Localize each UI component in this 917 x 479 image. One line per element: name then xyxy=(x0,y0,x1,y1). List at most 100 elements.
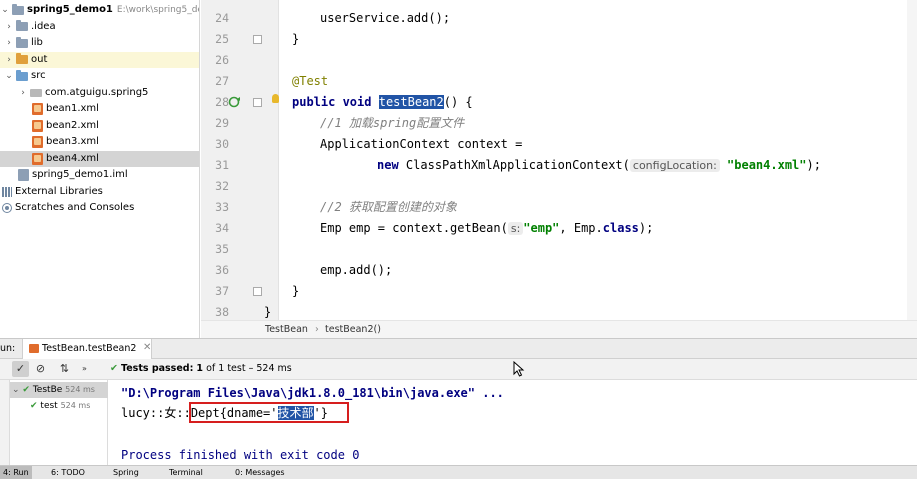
test-tree-row[interactable]: ✔ test 524 ms xyxy=(10,398,108,414)
breadcrumb-method[interactable]: testBean2() xyxy=(325,321,381,338)
tree-item-idea[interactable]: › .idea xyxy=(0,19,199,36)
code-text: userService.add(); xyxy=(320,11,451,25)
line-number: 31 xyxy=(215,158,229,172)
chevron-down-icon[interactable]: ⌄ xyxy=(12,385,20,395)
show-ignored-icon[interactable]: ⊘ xyxy=(32,361,49,377)
test-config-icon xyxy=(29,344,39,353)
string-literal: "emp" xyxy=(523,221,560,235)
tree-item-label: Scratches and Consoles xyxy=(15,202,135,213)
keyword-text: new xyxy=(377,158,399,172)
breadcrumb-separator: › xyxy=(315,324,319,335)
code-text: Emp emp = context.getBean( xyxy=(320,221,508,235)
tests-passed-count: 1 xyxy=(196,363,204,374)
line-number: 24 xyxy=(215,11,229,25)
code-line-27: @Test xyxy=(292,71,328,92)
folder-icon xyxy=(12,3,24,15)
sort-icon[interactable]: ⇅ xyxy=(56,361,73,377)
chevron-right-icon[interactable]: › xyxy=(18,85,28,102)
tree-item-label: bean4.xml xyxy=(46,152,99,164)
fold-marker-icon[interactable] xyxy=(253,98,262,107)
fold-marker-icon[interactable] xyxy=(253,35,262,44)
line-number: 34 xyxy=(215,221,229,235)
tree-item-lib[interactable]: › lib xyxy=(0,35,199,52)
tree-item-external-libraries[interactable]: External Libraries xyxy=(0,184,199,201)
tree-item-file[interactable]: bean3.xml xyxy=(0,134,199,151)
tool-window-todo[interactable]: 6: TODO xyxy=(48,466,88,479)
editor-scrollbar[interactable] xyxy=(907,0,917,320)
breadcrumb-class[interactable]: TestBean xyxy=(265,321,308,338)
line-number: 36 xyxy=(215,263,229,277)
breadcrumb: TestBean › testBean2() xyxy=(201,320,917,338)
code-line-25: } xyxy=(292,29,299,50)
chevron-right-icon[interactable]: › xyxy=(4,35,14,52)
tree-item-label: spring5_demo1.iml xyxy=(32,169,128,180)
module-file-icon xyxy=(18,169,29,182)
tree-item-root[interactable]: ⌄ spring5_demo1 E:\work\spring5_demo1 xyxy=(0,2,199,19)
test-time: 524 ms xyxy=(60,401,91,410)
folder-icon xyxy=(16,53,28,65)
output-text: lucy::女:: xyxy=(121,406,191,420)
line-number: 32 xyxy=(215,179,229,193)
code-text: } xyxy=(292,284,300,298)
tree-item-label: src xyxy=(31,70,46,81)
code-line-24: userService.add(); xyxy=(320,8,450,29)
tree-item-package[interactable]: › com.atguigu.spring5 xyxy=(0,85,199,102)
code-line-36: emp.add(); xyxy=(320,260,392,281)
line-number: 29 xyxy=(215,116,229,130)
code-line-33: //2 获取配置创建的对象 xyxy=(320,197,457,218)
tree-item-scratches[interactable]: Scratches and Consoles xyxy=(0,200,199,217)
tree-item-label: bean3.xml xyxy=(46,136,99,147)
folder-icon xyxy=(16,36,28,48)
code-text: emp.add(); xyxy=(320,263,393,277)
code-line-38: } xyxy=(264,302,271,320)
test-tree-row[interactable]: ⌄ ✔ TestBe 524 ms xyxy=(10,382,108,398)
comment-text: //1 加载spring配置文件 xyxy=(320,116,465,130)
tree-item-file-selected[interactable]: bean4.xml xyxy=(0,150,199,167)
test-name: TestBe xyxy=(32,385,63,395)
tool-window-spring[interactable]: Spring xyxy=(110,466,142,479)
lightbulb-icon[interactable] xyxy=(272,94,279,103)
code-text: , Emp. xyxy=(559,221,603,235)
tab-run-configuration[interactable]: TestBean.testBean2 xyxy=(22,339,152,359)
more-actions-icon[interactable]: » xyxy=(76,361,93,377)
folder-icon xyxy=(16,20,28,32)
line-number: 25 xyxy=(215,32,229,46)
test-time: 524 ms xyxy=(65,385,95,394)
tree-item-out[interactable]: › out xyxy=(0,51,199,69)
test-results-tree: ⌄ ✔ TestBe 524 ms ✔ test 524 ms xyxy=(10,380,108,465)
tree-item-label: com.atguigu.spring5 xyxy=(45,86,149,98)
code-line-34: Emp emp = context.getBean(s: "emp", Emp.c… xyxy=(320,218,653,239)
show-passed-icon[interactable]: ✓ xyxy=(12,361,29,377)
line-number: 26 xyxy=(215,53,229,67)
tool-window-run[interactable]: 4: Run xyxy=(0,466,32,479)
tool-window-messages[interactable]: 0: Messages xyxy=(232,466,288,479)
parameter-hint: s: xyxy=(507,222,524,235)
tree-item-file[interactable]: bean1.xml xyxy=(0,101,199,118)
tool-window-terminal[interactable]: Terminal xyxy=(166,466,206,479)
code-text: } xyxy=(264,305,272,319)
scratches-icon xyxy=(2,203,12,214)
close-icon[interactable]: ✕ xyxy=(143,342,151,353)
folder-icon xyxy=(16,69,28,81)
chevron-right-icon[interactable]: › xyxy=(4,19,14,36)
tree-item-file[interactable]: bean2.xml xyxy=(0,118,199,135)
chevron-right-icon[interactable]: › xyxy=(4,52,14,69)
console-output[interactable]: "D:\Program Files\Java\jdk1.8.0_181\bin\… xyxy=(109,380,917,465)
tree-item-src[interactable]: ⌄ src xyxy=(0,68,199,85)
tree-item-iml[interactable]: spring5_demo1.iml xyxy=(0,167,199,184)
code-line-37: } xyxy=(292,281,299,302)
fold-marker-icon[interactable] xyxy=(253,287,262,296)
run-toolbar: ✓ ⊘ ⇅ » ✔ Tests passed: 1 of 1 test – 52… xyxy=(0,359,917,380)
libraries-icon xyxy=(2,186,12,197)
code-line-28: public void testBean2() { xyxy=(292,92,473,113)
code-editor[interactable]: 24 25 26 27 28 29 30 31 32 33 34 35 36 3… xyxy=(201,0,917,320)
tree-item-label: bean2.xml xyxy=(46,119,99,131)
chevron-down-icon[interactable]: ⌄ xyxy=(4,68,14,85)
line-number: 33 xyxy=(215,200,229,214)
line-number: 30 xyxy=(215,137,229,151)
highlight-box xyxy=(189,402,349,423)
tool-window-bar: 4: Run 6: TODO Spring Terminal 0: Messag… xyxy=(0,465,917,479)
selected-method-name[interactable]: testBean2 xyxy=(378,95,444,109)
chevron-down-icon[interactable]: ⌄ xyxy=(0,2,10,19)
run-test-icon[interactable] xyxy=(228,96,241,108)
